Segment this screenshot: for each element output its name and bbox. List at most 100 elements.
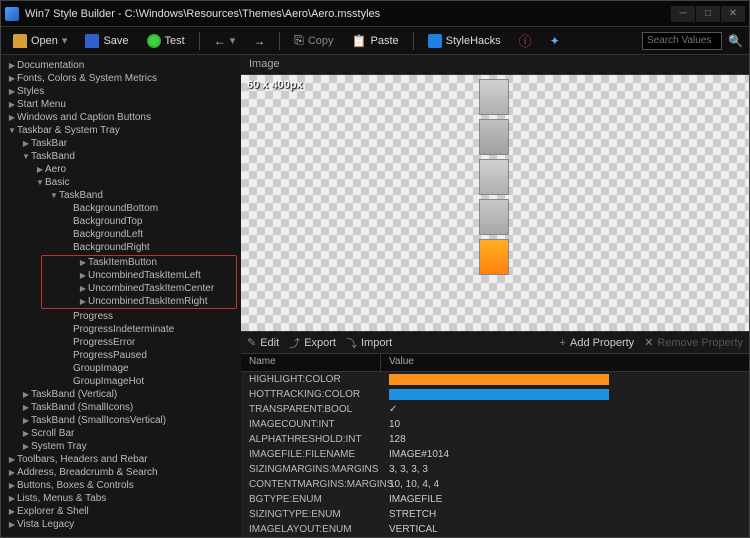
separator bbox=[199, 32, 200, 50]
property-row[interactable]: HIGHLIGHT:COLOR bbox=[241, 372, 749, 387]
forward-icon: → bbox=[253, 34, 265, 48]
tree-item[interactable]: GroupImage bbox=[1, 362, 241, 375]
test-button[interactable]: Test bbox=[141, 32, 191, 50]
property-row[interactable]: SIZINGTYPE:ENUMSTRETCH bbox=[241, 507, 749, 522]
tree-item[interactable]: UncombinedTaskItemLeft bbox=[42, 269, 236, 282]
color-swatch bbox=[389, 389, 609, 400]
tree-item[interactable]: System Tray bbox=[1, 440, 241, 453]
image-section: Image 60 x 400px bbox=[241, 55, 749, 332]
image-state bbox=[479, 159, 509, 195]
maximize-button[interactable]: □ bbox=[696, 6, 720, 22]
property-row[interactable]: BGTYPE:ENUMIMAGEFILE bbox=[241, 492, 749, 507]
tree-item[interactable]: BackgroundBottom bbox=[1, 202, 241, 215]
heart-icon: ⓘ bbox=[519, 31, 532, 50]
minimize-button[interactable]: ─ bbox=[671, 6, 695, 22]
tree-item[interactable]: Fonts, Colors & System Metrics bbox=[1, 72, 241, 85]
tree-item[interactable]: TaskBand (Vertical) bbox=[1, 388, 241, 401]
main-area: Documentation Fonts, Colors & System Met… bbox=[1, 55, 749, 537]
tree-item[interactable]: Lists, Menus & Tabs bbox=[1, 492, 241, 505]
window-title: Win7 Style Builder - C:\Windows\Resource… bbox=[25, 8, 671, 20]
tree-item[interactable]: BackgroundLeft bbox=[1, 228, 241, 241]
add-property-button[interactable]: +Add Property bbox=[560, 336, 635, 349]
tree-item[interactable]: TaskBand bbox=[1, 189, 241, 202]
export-icon: ⤴ bbox=[289, 335, 300, 351]
about-button[interactable]: ⓘ bbox=[513, 29, 538, 52]
tree-panel[interactable]: Documentation Fonts, Colors & System Met… bbox=[1, 55, 241, 537]
play-icon bbox=[147, 34, 161, 48]
export-button[interactable]: ⤴Export bbox=[289, 335, 336, 351]
property-row[interactable]: IMAGECOUNT:INT10 bbox=[241, 417, 749, 432]
image-state bbox=[479, 119, 509, 155]
tree-item[interactable]: Progress bbox=[1, 310, 241, 323]
remove-property-button[interactable]: ✕Remove Property bbox=[644, 336, 743, 349]
tree-item[interactable]: ProgressPaused bbox=[1, 349, 241, 362]
open-button[interactable]: Open▾ bbox=[7, 32, 73, 50]
search-input[interactable] bbox=[642, 32, 722, 50]
highlighted-group: TaskItemButton UncombinedTaskItemLeft Un… bbox=[41, 255, 237, 309]
import-button[interactable]: ⤵Import bbox=[346, 335, 392, 351]
image-state bbox=[479, 79, 509, 115]
tree-item[interactable]: UncombinedTaskItemRight bbox=[42, 295, 236, 308]
tree-item[interactable]: Vista Legacy bbox=[1, 518, 241, 531]
separator bbox=[279, 32, 280, 50]
copy-button[interactable]: ⎘Copy bbox=[288, 31, 339, 50]
tree-item[interactable]: Address, Breadcrumb & Search bbox=[1, 466, 241, 479]
image-canvas[interactable]: 60 x 400px bbox=[241, 75, 749, 331]
property-row[interactable]: TRANSPARENT:BOOL✓ bbox=[241, 402, 749, 417]
tree-item[interactable]: ProgressIndeterminate bbox=[1, 323, 241, 336]
tree-item[interactable]: Aero bbox=[1, 163, 241, 176]
folder-icon bbox=[13, 34, 27, 48]
search-icon[interactable]: 🔍 bbox=[728, 34, 743, 48]
tree-item[interactable]: Toolbars, Headers and Rebar bbox=[1, 453, 241, 466]
property-row[interactable]: IMAGEFILE:FILENAMEIMAGE#1014 bbox=[241, 447, 749, 462]
property-row[interactable]: IMAGELAYOUT:ENUMVERTICAL bbox=[241, 522, 749, 537]
property-row[interactable]: ALPHATHRESHOLD:INT128 bbox=[241, 432, 749, 447]
right-panel: Image 60 x 400px ✎Edit ⤴Export ⤵Import bbox=[241, 55, 749, 537]
tree-item[interactable]: GroupImageHot bbox=[1, 375, 241, 388]
property-toolbar: ✎Edit ⤴Export ⤵Import +Add Property ✕Rem… bbox=[241, 332, 749, 354]
tree-item[interactable]: Basic bbox=[1, 176, 241, 189]
property-row[interactable]: CONTENTMARGINS:MARGINS10, 10, 4, 4 bbox=[241, 477, 749, 492]
app-window: Win7 Style Builder - C:\Windows\Resource… bbox=[0, 0, 750, 538]
stylehacks-button[interactable]: StyleHacks bbox=[422, 32, 507, 50]
forward-button[interactable]: → bbox=[247, 32, 271, 50]
col-name[interactable]: Name bbox=[241, 354, 381, 371]
toolbar: Open▾ Save Test ←▾ → ⎘Copy 📋Paste StyleH… bbox=[1, 27, 749, 55]
property-row[interactable]: SIZINGMARGINS:MARGINS3, 3, 3, 3 bbox=[241, 462, 749, 477]
tree-item[interactable]: ProgressError bbox=[1, 336, 241, 349]
tree-item[interactable]: BackgroundTop bbox=[1, 215, 241, 228]
tree-item[interactable]: TaskBar bbox=[1, 137, 241, 150]
tree-item[interactable]: TaskBand (SmallIconsVertical) bbox=[1, 414, 241, 427]
save-icon bbox=[85, 34, 99, 48]
tree-item[interactable]: Start Menu bbox=[1, 98, 241, 111]
titlebar[interactable]: Win7 Style Builder - C:\Windows\Resource… bbox=[1, 1, 749, 27]
separator bbox=[413, 32, 414, 50]
tree-item[interactable]: Styles bbox=[1, 85, 241, 98]
image-header: Image bbox=[241, 55, 749, 75]
paste-button[interactable]: 📋Paste bbox=[346, 32, 405, 50]
edit-button[interactable]: ✎Edit bbox=[247, 336, 279, 349]
image-state bbox=[479, 199, 509, 235]
property-list[interactable]: HIGHLIGHT:COLOR HOTTRACKING:COLOR TRANSP… bbox=[241, 372, 749, 537]
copy-icon: ⎘ bbox=[294, 33, 304, 48]
back-button[interactable]: ←▾ bbox=[208, 32, 242, 50]
tree-item[interactable]: UncombinedTaskItemCenter bbox=[42, 282, 236, 295]
back-icon: ← bbox=[214, 34, 226, 48]
save-button[interactable]: Save bbox=[79, 32, 134, 50]
tree-item[interactable]: BackgroundRight bbox=[1, 241, 241, 254]
tree-item[interactable]: Explorer & Shell bbox=[1, 505, 241, 518]
col-value[interactable]: Value bbox=[381, 354, 749, 371]
tree-item[interactable]: TaskBand (SmallIcons) bbox=[1, 401, 241, 414]
tree-item[interactable]: Documentation bbox=[1, 59, 241, 72]
options-button[interactable]: ✦ bbox=[544, 32, 566, 50]
tree-item[interactable]: Scroll Bar bbox=[1, 427, 241, 440]
app-icon bbox=[5, 7, 19, 21]
tree-item-selected[interactable]: TaskItemButton bbox=[42, 256, 236, 269]
property-row[interactable]: HOTTRACKING:COLOR bbox=[241, 387, 749, 402]
tree-item[interactable]: Taskbar & System Tray bbox=[1, 124, 241, 137]
close-button[interactable]: ✕ bbox=[721, 6, 745, 22]
tree-item[interactable]: Windows and Caption Buttons bbox=[1, 111, 241, 124]
tree-item[interactable]: Buttons, Boxes & Controls bbox=[1, 479, 241, 492]
import-icon: ⤵ bbox=[346, 335, 357, 351]
tree-item[interactable]: TaskBand bbox=[1, 150, 241, 163]
